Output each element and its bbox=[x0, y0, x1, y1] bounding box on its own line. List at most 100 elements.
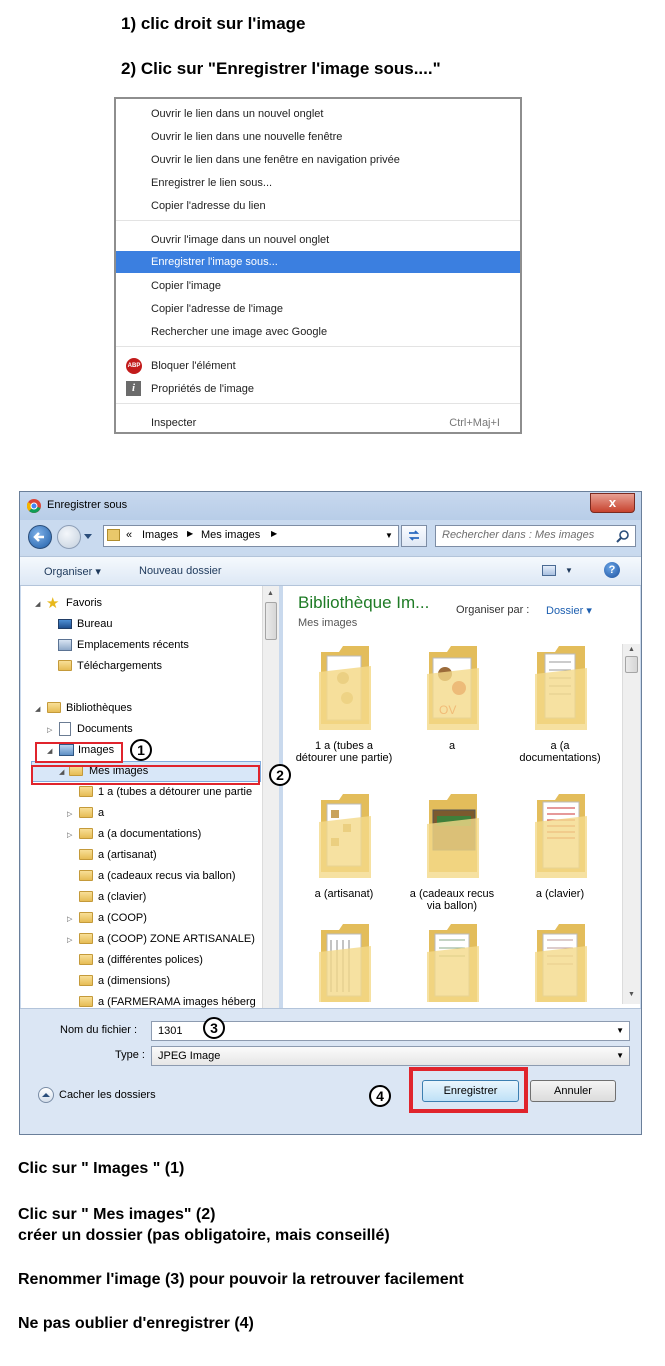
organize-button[interactable]: Organiser ▾ bbox=[44, 565, 101, 578]
collapse-icon[interactable]: ▷ bbox=[67, 936, 72, 944]
scroll-up-icon[interactable]: ▲ bbox=[628, 646, 635, 653]
menu-item-save-image-as[interactable]: Enregistrer l'image sous... bbox=[116, 251, 520, 273]
content-scrollbar[interactable]: ▲ ▼ bbox=[622, 644, 640, 1004]
tree-folder[interactable]: a (FARMERAMA images héberg bbox=[21, 992, 262, 1008]
folder-icon bbox=[79, 891, 93, 902]
tree-folder[interactable]: a (différentes polices) bbox=[21, 950, 279, 971]
menu-item-block-element[interactable]: ABP Bloquer l'élément bbox=[116, 355, 520, 377]
help-icon[interactable]: ? bbox=[604, 562, 620, 578]
folder-icon bbox=[535, 794, 587, 878]
expand-icon[interactable]: ◢ bbox=[35, 705, 40, 713]
instruction-mes-images: Clic sur " Mes images" (2) bbox=[18, 1206, 216, 1223]
scroll-up-icon[interactable]: ▲ bbox=[267, 590, 274, 597]
tree-folder[interactable]: a (dimensions) bbox=[21, 971, 279, 992]
collapse-icon[interactable]: ▷ bbox=[67, 810, 72, 818]
instruction-rename: Renommer l'image (3) pour pouvoir la ret… bbox=[18, 1271, 464, 1288]
refresh-icon bbox=[408, 530, 420, 541]
breadcrumb-mes-images[interactable]: Mes images bbox=[201, 529, 260, 541]
view-icon[interactable] bbox=[542, 565, 556, 576]
folder-icon bbox=[79, 849, 93, 860]
context-menu: Ouvrir le lien dans un nouvel onglet Ouv… bbox=[114, 97, 522, 434]
chrome-icon bbox=[27, 499, 41, 513]
close-button[interactable]: x bbox=[590, 493, 635, 513]
folder-icon bbox=[79, 933, 93, 944]
history-dropdown-icon[interactable] bbox=[84, 534, 92, 540]
breadcrumb-chevron-icon: ▶ bbox=[271, 529, 278, 538]
menu-item-save-link[interactable]: Enregistrer le lien sous... bbox=[116, 172, 520, 194]
scroll-down-icon[interactable]: ▼ bbox=[628, 991, 635, 998]
adblock-icon: ABP bbox=[126, 358, 142, 374]
folder-icon bbox=[79, 786, 93, 797]
expand-icon[interactable]: ◢ bbox=[35, 600, 40, 608]
address-bar[interactable]: « Images ▶ Mes images ▶ ▼ bbox=[103, 525, 399, 547]
tree-favoris[interactable]: ◢ ★ Favoris bbox=[21, 593, 261, 614]
menu-item-copy-link[interactable]: Copier l'adresse du lien bbox=[116, 195, 520, 217]
menu-item-open-link-private[interactable]: Ouvrir le lien dans une fenêtre en navig… bbox=[116, 149, 520, 171]
save-button[interactable]: Enregistrer bbox=[422, 1080, 519, 1102]
search-icon bbox=[616, 530, 629, 543]
dialog-titlebar: Enregistrer sous x bbox=[20, 492, 641, 520]
tree-libraries[interactable]: ◢ Bibliothèques bbox=[21, 698, 261, 719]
folder-icon bbox=[79, 954, 93, 965]
tree-downloads[interactable]: Téléchargements bbox=[21, 656, 261, 677]
folder-tile[interactable] bbox=[511, 922, 609, 1002]
filename-dropdown-icon[interactable]: ▼ bbox=[616, 1026, 624, 1035]
menu-item-image-properties[interactable]: i Propriétés de l'image bbox=[116, 378, 520, 400]
cancel-button[interactable]: Annuler bbox=[530, 1080, 616, 1102]
menu-item-copy-image[interactable]: Copier l'image bbox=[116, 275, 520, 297]
file-type-select[interactable]: JPEG Image ▼ bbox=[151, 1046, 630, 1066]
new-folder-button[interactable]: Nouveau dossier bbox=[139, 565, 222, 577]
breadcrumb-images[interactable]: Images bbox=[142, 529, 178, 541]
library-title: Bibliothèque Im... bbox=[298, 593, 430, 612]
collapse-icon[interactable]: ▷ bbox=[47, 726, 52, 734]
tree-folder[interactable]: a (artisanat) bbox=[21, 845, 279, 866]
step-badge-3: 3 bbox=[203, 1017, 225, 1039]
navigation-pane: ◢ ★ Favoris Bureau Emplacements récents … bbox=[21, 586, 279, 1008]
folder-icon bbox=[79, 828, 93, 839]
search-placeholder: Rechercher dans : Mes images bbox=[442, 529, 595, 541]
back-button[interactable] bbox=[28, 525, 52, 549]
save-as-dialog: Enregistrer sous x « Images ▶ Mes images… bbox=[19, 491, 642, 1135]
breadcrumb-chevron-icon: ▶ bbox=[187, 529, 194, 538]
tree-folder[interactable]: a (cadeaux recus via ballon) bbox=[21, 866, 279, 887]
search-box[interactable]: Rechercher dans : Mes images bbox=[435, 525, 636, 547]
menu-item-inspect[interactable]: Inspecter Ctrl+Maj+I bbox=[116, 412, 520, 434]
menu-item-open-image-tab[interactable]: Ouvrir l'image dans un nouvel onglet bbox=[116, 229, 520, 251]
collapse-icon[interactable]: ▷ bbox=[67, 831, 72, 839]
tree-folder[interactable]: ▷ a bbox=[21, 803, 279, 824]
menu-item-open-link-tab[interactable]: Ouvrir le lien dans un nouvel onglet bbox=[116, 103, 520, 125]
tree-folder[interactable]: ▷ a (COOP) bbox=[21, 908, 279, 929]
collapse-icon[interactable]: ▷ bbox=[67, 915, 72, 923]
content-scroll-thumb[interactable] bbox=[625, 656, 638, 673]
tree-documents[interactable]: ▷ Documents bbox=[21, 719, 261, 740]
folder-tile[interactable] bbox=[403, 922, 501, 1002]
nav-scrollbar[interactable]: ▲ bbox=[262, 586, 279, 1008]
folder-icon bbox=[535, 646, 587, 730]
view-dropdown-icon[interactable]: ▼ bbox=[565, 566, 573, 575]
address-dropdown-icon[interactable]: ▼ bbox=[385, 531, 393, 540]
menu-item-search-image-google[interactable]: Rechercher une image avec Google bbox=[116, 321, 520, 343]
tree-folder[interactable]: 1 a (tubes a détourer une partie bbox=[21, 782, 279, 803]
menu-item-copy-image-address[interactable]: Copier l'adresse de l'image bbox=[116, 298, 520, 320]
recent-places-icon bbox=[58, 639, 72, 651]
folder-tile[interactable] bbox=[295, 922, 393, 1002]
tree-recent-places[interactable]: Emplacements récents bbox=[21, 635, 261, 656]
folder-icon bbox=[79, 807, 93, 818]
instruction-create-folder: créer un dossier (pas obligatoire, mais … bbox=[18, 1227, 390, 1244]
address-row: « Images ▶ Mes images ▶ ▼ Rechercher dan… bbox=[20, 520, 641, 554]
folder-icon bbox=[427, 794, 479, 878]
file-type-dropdown-icon[interactable]: ▼ bbox=[616, 1051, 624, 1060]
tree-bureau[interactable]: Bureau bbox=[21, 614, 261, 635]
tree-folder[interactable]: ▷ a (COOP) ZONE ARTISANALE) bbox=[21, 929, 279, 950]
menu-item-open-link-window[interactable]: Ouvrir le lien dans une nouvelle fenêtre bbox=[116, 126, 520, 148]
step-badge-2: 2 bbox=[269, 764, 291, 786]
refresh-button[interactable] bbox=[401, 525, 427, 547]
breadcrumb-overflow[interactable]: « bbox=[126, 529, 132, 541]
forward-button[interactable] bbox=[57, 525, 81, 549]
tree-folder[interactable]: ▷ a (a documentations) bbox=[21, 824, 279, 845]
arrange-by-dropdown[interactable]: Dossier ▾ bbox=[546, 604, 592, 617]
nav-scroll-thumb[interactable] bbox=[265, 602, 277, 640]
hide-folders-toggle[interactable] bbox=[38, 1087, 54, 1103]
tree-folder[interactable]: a (clavier) bbox=[21, 887, 279, 908]
hide-folders-label[interactable]: Cacher les dossiers bbox=[59, 1089, 156, 1101]
